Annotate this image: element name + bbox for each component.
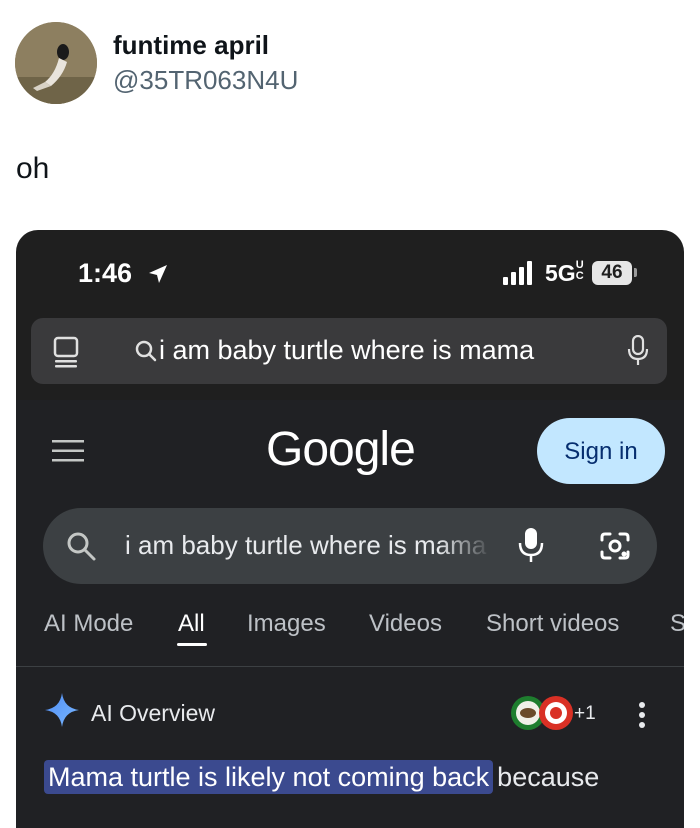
ai-overview-answer: Mama turtle is likely not coming back bec… bbox=[44, 760, 600, 794]
answer-highlight: Mama turtle is likely not coming back bbox=[44, 760, 494, 794]
user-handle[interactable]: @35TR063N4U bbox=[113, 65, 298, 96]
hamburger-menu-icon[interactable] bbox=[52, 440, 84, 462]
search-icon bbox=[135, 340, 157, 362]
tabs-icon[interactable] bbox=[53, 336, 79, 368]
more-sources-count[interactable]: +1 bbox=[574, 703, 596, 725]
user-display-name[interactable]: funtime april bbox=[113, 30, 269, 61]
network-type: 5GUC bbox=[545, 259, 584, 287]
phone-screenshot: 1:46 5GUC 46 i am baby turtle where is m… bbox=[16, 230, 684, 828]
answer-continuation: because bbox=[497, 762, 600, 792]
status-time: 1:46 bbox=[78, 258, 133, 288]
gemini-spark-icon bbox=[45, 693, 79, 727]
search-tabs: AI Mode All Images Videos Short videos S bbox=[16, 606, 684, 664]
voice-search-icon[interactable] bbox=[518, 527, 544, 565]
location-arrow-icon bbox=[149, 265, 167, 283]
status-bar: 1:46 5GUC 46 bbox=[16, 230, 684, 308]
tab-images[interactable]: Images bbox=[247, 610, 326, 638]
tab-more[interactable]: S bbox=[670, 610, 684, 638]
search-query-text[interactable]: i am baby turtle where is mama bbox=[125, 530, 493, 561]
battery-level: 46 bbox=[592, 261, 632, 285]
browser-address-bar[interactable]: i am baby turtle where is mama bbox=[31, 318, 667, 384]
search-input[interactable]: i am baby turtle where is mama bbox=[43, 508, 657, 584]
tab-all[interactable]: All bbox=[178, 610, 205, 638]
active-tab-indicator bbox=[177, 643, 207, 646]
microphone-icon[interactable] bbox=[627, 335, 649, 367]
tab-videos[interactable]: Videos bbox=[369, 610, 442, 638]
ai-overview-title: AI Overview bbox=[91, 700, 215, 726]
cell-signal-icon bbox=[503, 261, 532, 285]
more-options-icon[interactable] bbox=[638, 702, 646, 728]
address-bar-text[interactable]: i am baby turtle where is mama bbox=[159, 335, 534, 366]
source-favicons[interactable] bbox=[510, 693, 574, 733]
tweet-text: oh bbox=[16, 152, 50, 185]
avatar[interactable] bbox=[15, 22, 97, 104]
tab-ai-mode[interactable]: AI Mode bbox=[44, 610, 133, 638]
battery-tip bbox=[634, 268, 637, 277]
network-suffix: UC bbox=[575, 259, 584, 282]
google-logo[interactable]: Google bbox=[266, 422, 416, 477]
tab-short-videos[interactable]: Short videos bbox=[486, 610, 619, 638]
tabs-divider bbox=[16, 666, 684, 667]
search-icon[interactable] bbox=[65, 530, 97, 562]
google-lens-icon[interactable] bbox=[598, 530, 632, 562]
sign-in-button[interactable]: Sign in bbox=[537, 418, 665, 484]
google-results-page: Google Sign in i am baby turtle where is… bbox=[16, 400, 684, 828]
